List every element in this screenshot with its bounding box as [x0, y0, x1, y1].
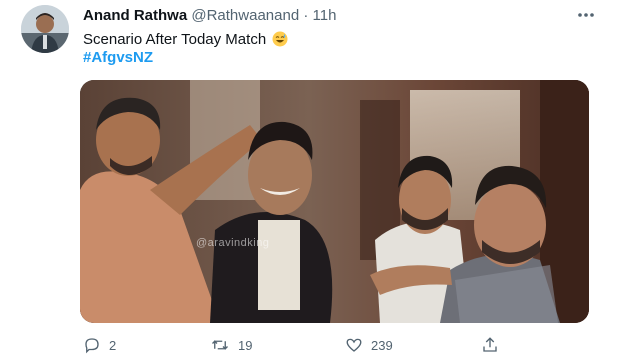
heart-icon: [345, 336, 363, 354]
sweat-smile-emoji-icon: [272, 31, 288, 53]
hashtag-link[interactable]: #AfgvsNZ: [83, 49, 153, 66]
like-button[interactable]: 239: [345, 336, 393, 354]
avatar[interactable]: [21, 5, 69, 53]
avatar-photo: [21, 5, 69, 53]
retweet-button[interactable]: 19: [210, 336, 252, 354]
share-icon: [481, 336, 499, 354]
retweet-count: 19: [238, 337, 253, 353]
more-options-icon[interactable]: [574, 6, 598, 24]
author-name[interactable]: Anand Rathwa: [83, 7, 187, 24]
tweet-text-content: Scenario After Today Match: [83, 31, 267, 48]
tweet-time[interactable]: 11h: [313, 7, 337, 24]
reply-count: 2: [109, 337, 117, 353]
share-button[interactable]: [481, 336, 499, 354]
reply-icon: [83, 336, 101, 354]
reply-button[interactable]: 2: [83, 336, 116, 354]
separator-dot: ·: [303, 7, 309, 24]
meme-image: [80, 80, 589, 323]
tweet-card[interactable]: Anand Rathwa @Rathwaanand · 11h Scenario…: [0, 0, 640, 360]
retweet-icon: [210, 336, 230, 354]
tweet-media-image[interactable]: @aravindking: [80, 80, 589, 323]
like-count: 239: [371, 337, 393, 353]
image-watermark: @aravindking: [196, 237, 270, 249]
author-handle[interactable]: @Rathwaanand: [191, 7, 299, 24]
tweet-header: Anand Rathwa @Rathwaanand · 11h: [83, 7, 336, 24]
